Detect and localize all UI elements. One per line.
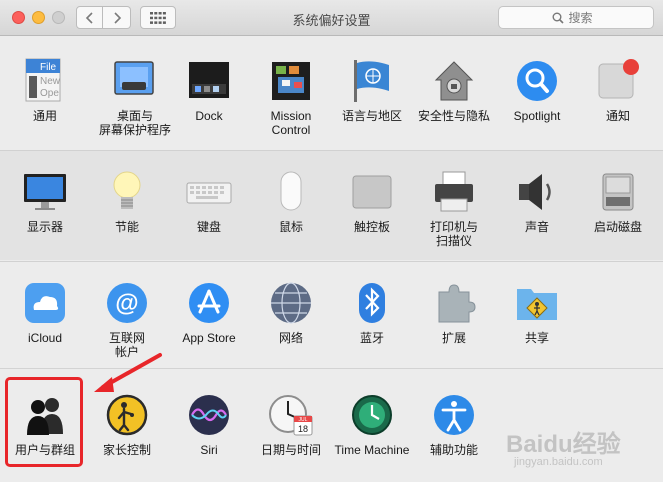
baidu-watermark: Baidu经验 jingyan.baidu.com [506, 431, 621, 468]
arrow-annotation [94, 353, 162, 392]
